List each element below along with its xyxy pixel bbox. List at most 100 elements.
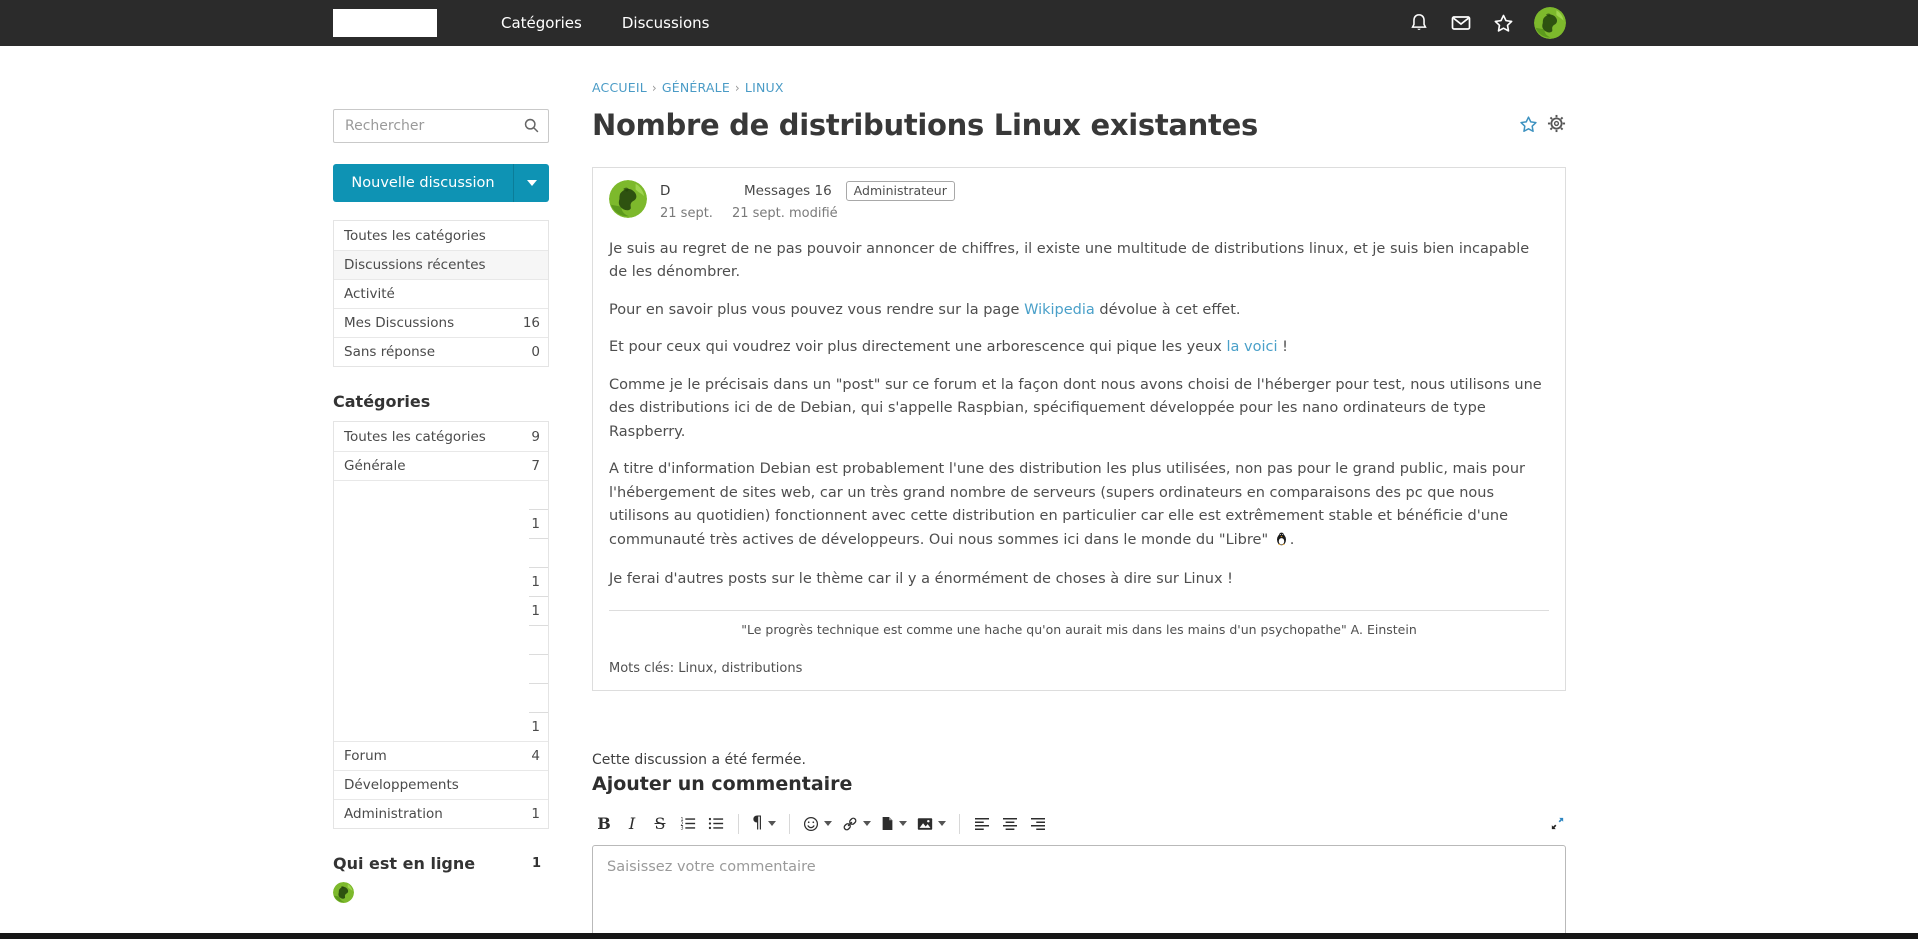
bold-icon[interactable]: B	[592, 812, 616, 836]
svg-text:3: 3	[680, 826, 683, 831]
category-item[interactable]	[334, 654, 548, 683]
post-paragraph: Pour en savoir plus vous pouvez vous ren…	[609, 299, 1549, 322]
sidebar-item-label: Discussions récentes	[344, 257, 486, 273]
category-item[interactable]: 1	[334, 596, 548, 625]
category-count: 1	[531, 574, 540, 590]
category-item[interactable]	[334, 683, 548, 712]
post-date-modified: 21 sept. modifié	[732, 206, 838, 221]
sidebar-menu: Toutes les catégories Discussions récente…	[333, 220, 549, 367]
ordered-list-icon[interactable]: ​123	[676, 812, 700, 836]
mail-icon[interactable]	[1449, 11, 1473, 35]
italic-icon[interactable]: I	[620, 812, 644, 836]
file-icon[interactable]	[878, 812, 910, 836]
user-avatar[interactable]	[1534, 7, 1566, 39]
category-item[interactable]: Forum4	[334, 741, 548, 770]
category-item[interactable]	[334, 480, 548, 509]
categories-heading: Catégories	[333, 392, 549, 411]
sidebar-item[interactable]: Activité	[334, 279, 548, 308]
category-label: Générale	[344, 458, 406, 474]
breadcrumb-link[interactable]: ACCUEIL	[592, 80, 647, 95]
category-label: Administration	[344, 806, 443, 822]
sidebar-item-count: 16	[523, 315, 540, 331]
sidebar-item-label: Toutes les catégories	[344, 228, 486, 244]
category-item[interactable]: Développements	[334, 770, 548, 799]
category-count: 4	[531, 748, 540, 764]
signature-divider	[609, 610, 1549, 611]
top-icon-group	[1408, 7, 1566, 39]
category-item[interactable]: Administration1	[334, 799, 548, 828]
star-icon[interactable]	[1492, 12, 1515, 35]
breadcrumb-link[interactable]: LINUX	[745, 80, 784, 95]
bell-icon[interactable]	[1408, 12, 1430, 34]
bookmark-star-icon[interactable]	[1518, 114, 1539, 135]
breadcrumb-link[interactable]: GÉNÉRALE	[662, 80, 730, 95]
sidebar-item-label: Activité	[344, 286, 395, 302]
unordered-list-icon[interactable]	[704, 812, 728, 836]
post-body: Je suis au regret de ne pas pouvoir anno…	[609, 238, 1549, 592]
toolbar-divider	[959, 814, 960, 834]
closed-notice: Cette discussion a été fermée.	[592, 752, 1566, 768]
new-discussion-dropdown[interactable]	[513, 164, 549, 202]
category-item[interactable]	[334, 625, 548, 654]
top-nav-links: Catégories Discussions	[501, 14, 709, 32]
new-discussion-button[interactable]: Nouvelle discussion	[333, 164, 549, 202]
align-left-icon[interactable]	[970, 812, 994, 836]
category-item[interactable]: 1	[334, 712, 548, 741]
role-badge: Administrateur	[846, 181, 955, 201]
category-count: 7	[531, 458, 540, 474]
category-item[interactable]: 1	[334, 509, 548, 538]
sidebar-item[interactable]: Toutes les catégories	[334, 221, 548, 250]
top-nav-catégories[interactable]: Catégories	[501, 14, 582, 32]
chevron-down-icon	[527, 180, 537, 186]
post-author-name[interactable]: D	[660, 183, 744, 199]
new-discussion-label: Nouvelle discussion	[333, 175, 513, 191]
post-paragraph: Je suis au regret de ne pas pouvoir anno…	[609, 238, 1549, 285]
comment-input[interactable]	[592, 845, 1566, 938]
online-user-avatar[interactable]	[333, 882, 354, 903]
sidebar-item[interactable]: Discussions récentes	[334, 250, 548, 279]
category-list: Toutes les catégories9 Générale 7 1 1 1 1 Forum…	[333, 421, 549, 829]
align-center-icon[interactable]	[998, 812, 1022, 836]
align-right-icon[interactable]	[1026, 812, 1050, 836]
link-icon[interactable]	[839, 812, 874, 836]
tux-icon	[1274, 531, 1289, 554]
post-inline-link[interactable]: la voici	[1227, 339, 1278, 355]
category-count: 1	[531, 719, 540, 735]
post-author-avatar[interactable]	[609, 180, 647, 218]
category-item[interactable]: 1	[334, 567, 548, 596]
strikethrough-icon[interactable]: S	[648, 812, 672, 836]
post-paragraph: Comme je le précisais dans un "post" sur…	[609, 374, 1549, 444]
post-signature: "Le progrès technique est comme une hach…	[609, 622, 1549, 637]
top-nav-discussions[interactable]: Discussions	[622, 14, 710, 32]
post-paragraph: Je ferai d'autres posts sur le thème car…	[609, 568, 1549, 591]
post-paragraph: Et pour ceux qui voudrez voir plus direc…	[609, 336, 1549, 359]
sidebar-item-label: Sans réponse	[344, 344, 435, 360]
chevron-down-icon	[899, 821, 907, 826]
search-input[interactable]	[333, 109, 549, 143]
category-count: 9	[531, 429, 540, 445]
page-title: Nombre de distributions Linux existantes	[592, 108, 1258, 142]
expand-editor-icon[interactable]	[1549, 815, 1566, 832]
emoji-icon[interactable]	[800, 812, 835, 836]
post-tags: Mots clés: Linux, distributions	[609, 661, 1549, 676]
image-icon[interactable]	[914, 812, 949, 836]
chevron-down-icon	[863, 821, 871, 826]
category-item[interactable]: Toutes les catégories9	[334, 422, 548, 451]
post-inline-link[interactable]: Wikipedia	[1024, 302, 1095, 318]
toolbar-divider	[738, 814, 739, 834]
search-icon[interactable]	[523, 117, 540, 138]
category-item[interactable]	[334, 538, 548, 567]
category-item[interactable]: Générale 7	[334, 451, 548, 480]
category-count: 1	[531, 516, 540, 532]
breadcrumb-separator: ›	[652, 81, 657, 95]
post-date: 21 sept.	[660, 206, 713, 221]
forum-page: Catégories Discussions Nouvelle discussio…	[0, 0, 1918, 939]
site-logo[interactable]	[333, 9, 437, 37]
sidebar-item[interactable]: Sans réponse 0	[334, 337, 548, 366]
paragraph-icon[interactable]: ¶	[749, 812, 779, 836]
sidebar-item[interactable]: Mes Discussions16	[334, 308, 548, 337]
gear-icon[interactable]	[1547, 114, 1566, 135]
bottom-edge-bar	[0, 933, 1918, 939]
online-heading: Qui est en ligne 1	[333, 854, 549, 873]
sidebar-item-count: 0	[531, 344, 540, 360]
